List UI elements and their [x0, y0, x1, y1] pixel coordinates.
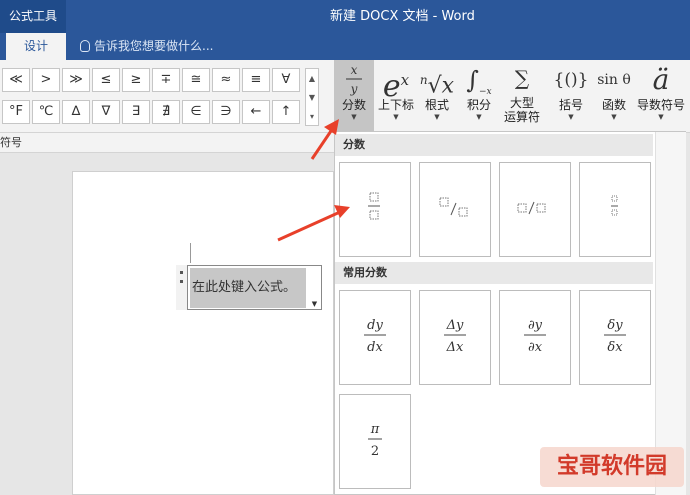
arrow-right-icon [334, 205, 350, 218]
watermark-logo: 宝哥软件园 [540, 447, 684, 487]
annotation-arrows [277, 119, 350, 242]
